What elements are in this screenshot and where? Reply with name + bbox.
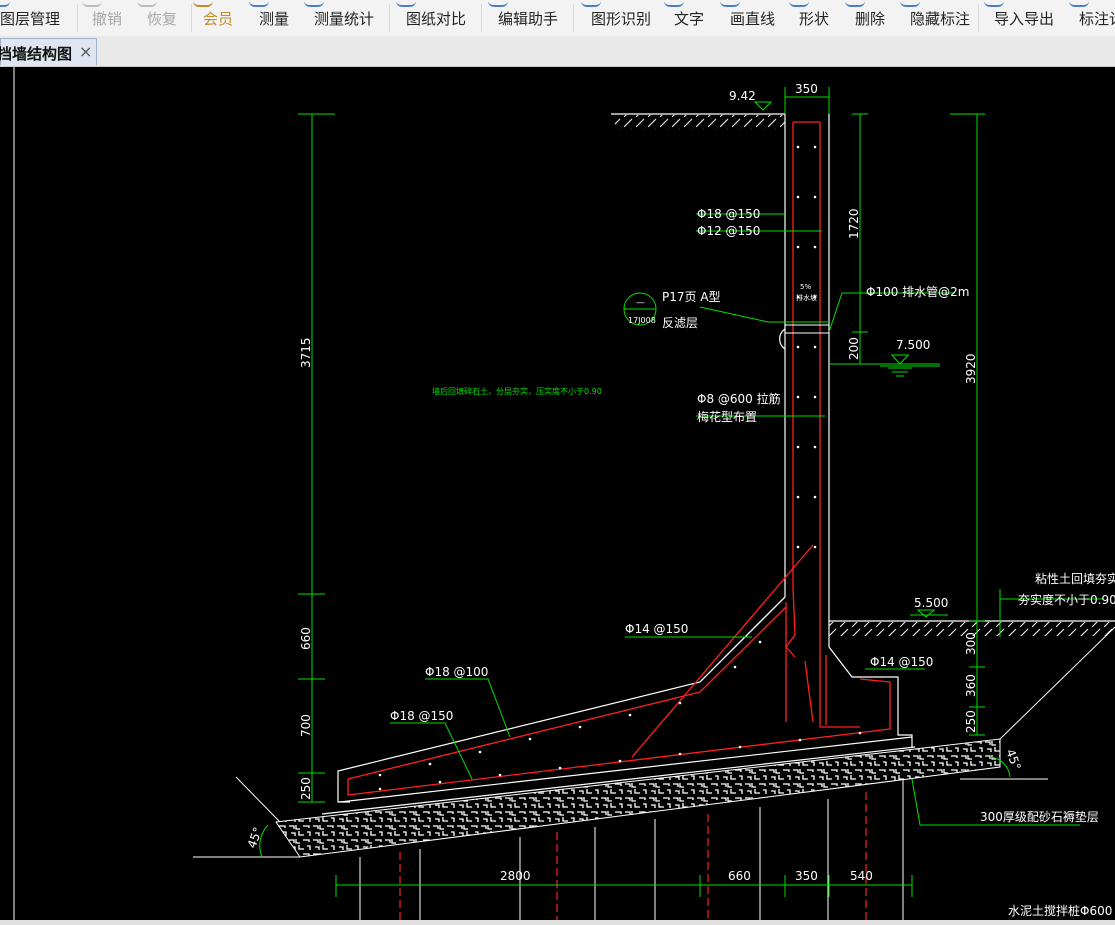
dim-540: 540 [850,869,873,883]
gravel-cushion-label: 300厚级配砂石褥垫层 [980,809,1099,824]
elevation-marker-ground [916,609,936,618]
dim-1720: 1720 [847,208,861,239]
measure-stats-icon [304,0,324,7]
toolbar: 图层管理 撤销 恢复 会员 测量 测量统计 图纸对比 编辑助手 图形识别 文字 画直线 形状 删除 隐藏标… [0,0,1115,37]
toolbar-button-label: 恢复 [147,10,178,28]
slope-line-right [999,626,1115,740]
slope-percent: 5% [800,283,811,291]
shape-recognition-icon [581,0,601,7]
clay-note-1: 粘性土回填夯实 [1035,571,1115,586]
toolbar-separator [191,4,192,32]
dim-2800: 2800 [500,869,531,883]
filter-layer-label: 反滤层 [662,316,698,330]
detail-ref-atlas: 17J008 [628,316,656,325]
filter-layer-symbol [779,328,786,350]
layers-icon [0,0,10,7]
toolbar-separator [573,4,574,32]
dim-350-bottom: 350 [795,869,818,883]
toolbar-button-label: 编辑助手 [498,10,559,28]
toolbar-button-label: 画直线 [730,10,776,28]
toolbar-button-label: 删除 [855,10,886,28]
clay-note-2: 夯实度不小于0.90 [1018,592,1115,607]
redo-icon [137,0,157,7]
toolbar-button-label: 导入导出 [994,10,1055,28]
toolbar-separator [77,4,78,32]
tab-title: 挡墙结构图 [0,45,73,63]
detail-ref-page: P17页 A型 [662,290,721,304]
toolbar-button-label: 撤销 [92,10,123,28]
toolbar-separator [978,4,979,32]
elevation-ground: 5.500 [914,596,948,610]
elevation-top: 9.42 [729,89,756,103]
tab-bar: 挡墙结构图 × [0,36,1115,67]
tie-bar-layout: 梅花型布置 [697,409,757,424]
compare-icon [396,0,416,7]
detail-ref-symbol: — [636,298,645,308]
line-icon [720,0,740,7]
rebar-dots [378,145,862,791]
dim-660-vertical: 660 [299,627,313,650]
status-bar [0,920,1115,925]
elevation-marker-water [890,354,910,365]
tab-drawing[interactable]: 挡墙结构图 × [0,38,97,65]
toolbar-button-label: 标注计 [1079,10,1115,28]
reinforcement [347,121,891,796]
rebar-label-toe: Φ14 @150 [870,655,933,669]
measure-icon [249,0,269,7]
undo-icon [82,0,102,7]
shape-icon [789,0,809,7]
delete-icon [845,0,865,7]
toolbar-separator [481,4,482,32]
toolbar-button-label: 图纸对比 [406,10,467,28]
elevation-marker-top [753,101,773,111]
drain-slope-label: 排水坡 [796,293,817,302]
gravel-cushion [275,738,1001,858]
hide-annotation-icon [900,0,920,7]
rebar-label-top-slab: Φ18 @100 [425,665,488,679]
tie-bar-label: Φ8 @600 拉筋 [697,391,781,406]
dim-200: 200 [847,337,861,360]
dim-360: 360 [964,674,978,697]
toolbar-separator [389,4,390,32]
rebar-label-main-2: Φ12 @150 [697,224,760,238]
text-icon [664,0,684,7]
soil-hatch-top [615,115,785,129]
close-icon[interactable]: × [79,42,92,61]
toolbar-button-label: 测量 [259,10,290,28]
toolbar-button-label: 文字 [674,10,705,28]
dim-3920: 3920 [964,353,978,384]
drain-pipe-label: Φ100 排水管@2m [866,284,970,299]
dim-700: 700 [299,714,313,737]
drawing-canvas[interactable]: 350 9.42 Φ18 @150 Φ12 @150 P17页 A型 17J00… [0,67,1115,920]
dim-660-horizontal: 660 [728,869,751,883]
toolbar-button-label: 会员 [203,10,234,28]
dim-250-left: 250 [299,777,313,800]
pile-note: 水泥土搅拌桩Φ600 [1008,903,1112,918]
slope-line-left [235,776,281,823]
backfill-note: 墙后回填碎石土，分层夯实，压实度不小于0.90 [432,386,602,396]
toolbar-button-label: 图层管理 [0,10,61,28]
edit-assistant-icon [488,0,508,7]
import-export-icon [984,0,1004,7]
rebar-label-heel: Φ14 @150 [625,622,688,636]
dim-3715: 3715 [299,337,313,368]
toolbar-button-label: 隐藏标注 [910,10,971,28]
annotation-icon [1069,0,1089,7]
vip-icon [193,0,213,7]
drain-pipe [784,324,830,334]
dim-top-width: 350 [795,82,818,96]
dim-250-right: 250 [964,710,978,733]
water-level-marks [888,367,912,377]
rebar-label-main-1: Φ18 @150 [697,207,760,221]
angle-right: 45° [1003,747,1023,772]
elevation-water: 7.500 [896,338,930,352]
dim-300: 300 [964,632,978,655]
toolbar-button-label: 形状 [799,10,830,28]
toolbar-button-label: 图形识别 [591,10,652,28]
angle-left: 45° [245,825,265,850]
rebar-label-bottom-slab: Φ18 @150 [390,709,453,723]
toolbar-button-label: 测量统计 [314,10,375,28]
